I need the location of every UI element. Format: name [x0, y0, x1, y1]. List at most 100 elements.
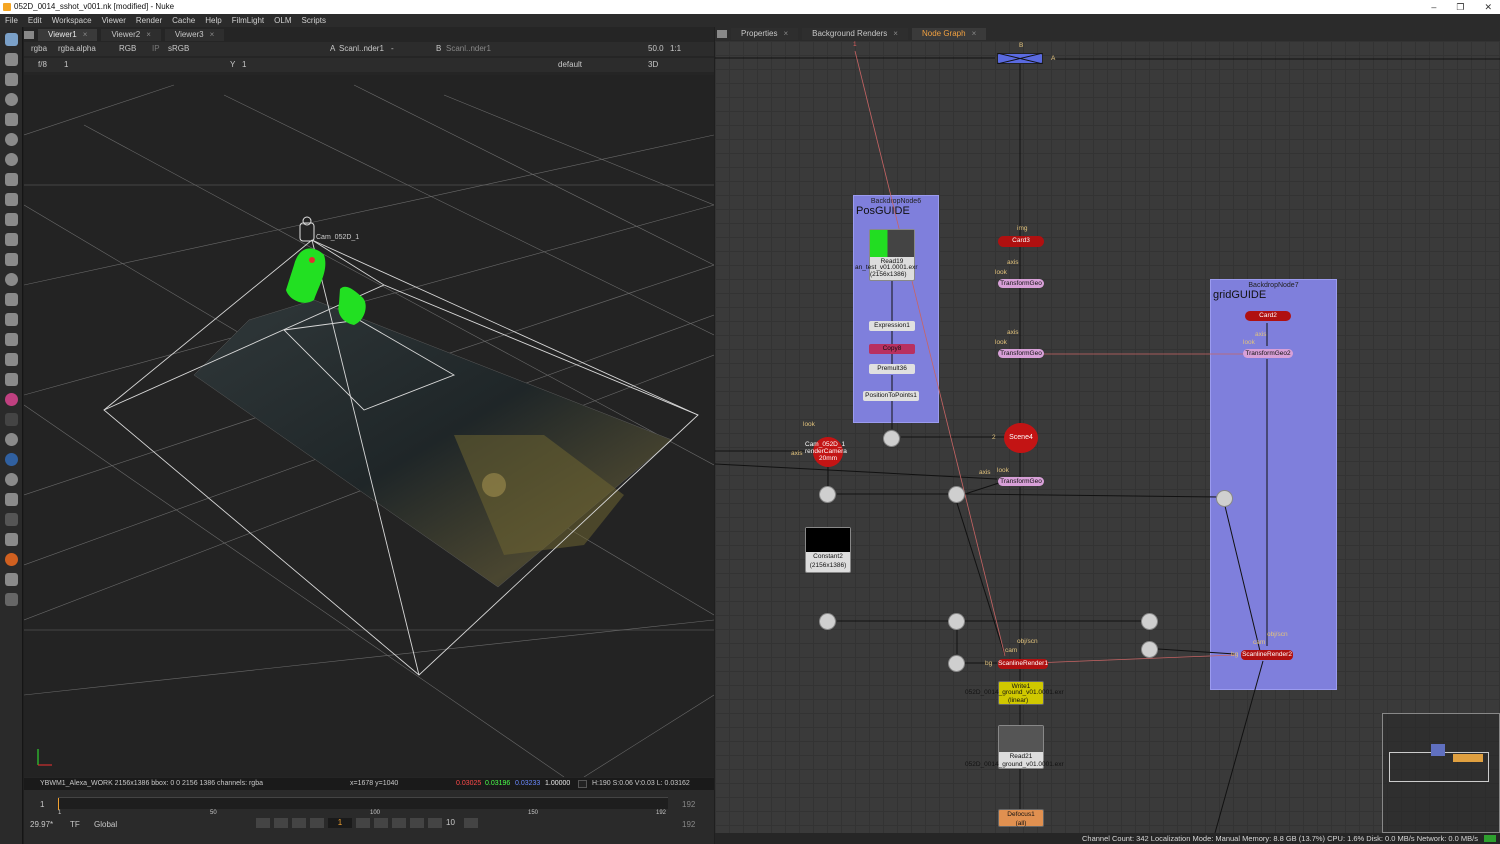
expression1-node[interactable]: Expression1 — [869, 321, 915, 331]
frame-field[interactable]: 1 — [64, 58, 68, 72]
3d-icon[interactable] — [5, 233, 18, 246]
defocus1-node[interactable]: Defocus1 (all) — [998, 809, 1044, 827]
compare-dropdown[interactable]: - — [391, 42, 394, 56]
premult36-node[interactable]: Premult36 — [869, 364, 915, 374]
transformgeo-node-1[interactable]: TransformGeo — [998, 279, 1044, 288]
tab-viewer1[interactable]: Viewer1 × — [38, 29, 98, 41]
transformgeo-node-3[interactable]: TransformGeo — [998, 477, 1044, 486]
time-icon[interactable] — [5, 93, 18, 106]
node-graph-canvas[interactable]: BackdropNode6 PosGUIDE BackdropNode7 gri… — [715, 41, 1500, 833]
node-graph-minimap[interactable] — [1382, 713, 1500, 833]
free-ware-icon[interactable] — [5, 513, 18, 526]
metadata-icon[interactable] — [5, 313, 18, 326]
step-back-button[interactable] — [428, 818, 442, 828]
rgb-dropdown[interactable]: RGB — [119, 42, 136, 56]
dot-node-1[interactable] — [883, 430, 900, 447]
tab-background-renders[interactable]: Background Renders × — [802, 28, 908, 40]
card2-node[interactable]: Card2 — [1245, 311, 1291, 321]
menu-viewer[interactable]: Viewer — [102, 14, 126, 27]
transform-icon[interactable] — [5, 213, 18, 226]
fps-dropdown[interactable]: 29.97* — [30, 820, 53, 829]
menu-olm[interactable]: OLM — [274, 14, 291, 27]
last-frame-button[interactable] — [410, 818, 424, 828]
plugin-ae-icon[interactable] — [5, 593, 18, 606]
transformgeo2-node[interactable]: TransformGeo2 — [1243, 349, 1293, 358]
ng-panel-menu-icon[interactable] — [717, 30, 727, 38]
playhead[interactable] — [58, 798, 59, 810]
plugin-g-icon[interactable] — [5, 553, 18, 566]
color-icon[interactable] — [5, 133, 18, 146]
dot-node-9[interactable] — [1141, 641, 1158, 658]
particles-icon[interactable] — [5, 253, 18, 266]
menu-edit[interactable]: Edit — [28, 14, 42, 27]
channel-icon[interactable] — [5, 113, 18, 126]
menu-file[interactable]: File — [5, 14, 18, 27]
maximize-button[interactable]: ❐ — [1456, 0, 1464, 14]
end-frame-field[interactable]: 192 — [682, 820, 695, 829]
tab-viewer3[interactable]: Viewer3 × — [164, 29, 225, 41]
lut-icon[interactable] — [5, 33, 18, 46]
view-mode-dropdown[interactable]: 3D — [648, 58, 658, 72]
next-frame-button[interactable] — [374, 818, 388, 828]
menu-scripts[interactable]: Scripts — [302, 14, 326, 27]
dot-node-2[interactable] — [819, 486, 836, 503]
current-frame-field[interactable]: 1 — [328, 818, 352, 828]
lut-preset-dropdown[interactable]: default — [558, 58, 582, 72]
panel-menu-icon[interactable] — [24, 31, 34, 39]
plugin-ring-icon[interactable] — [5, 473, 18, 486]
tf-dropdown[interactable]: TF — [70, 820, 80, 829]
constant2-node[interactable]: Constant2 (2156x1386) — [805, 527, 851, 573]
copy8-node[interactable]: Copy8 — [869, 344, 915, 354]
minimize-button[interactable]: – — [1431, 0, 1436, 14]
fstop-dropdown[interactable]: f/8 — [38, 58, 47, 72]
dot-node-3[interactable] — [948, 486, 965, 503]
input-b-dropdown[interactable]: Scanl..nder1 — [446, 42, 491, 56]
viewer-3d-canvas[interactable]: Cam_052D_1 — [24, 75, 714, 777]
menu-filmlight[interactable]: FilmLight — [232, 14, 264, 27]
menu-help[interactable]: Help — [205, 14, 221, 27]
position-to-points-node[interactable]: PositionToPoints1 — [863, 391, 919, 401]
card3-node[interactable]: Card3 — [998, 236, 1044, 247]
out-frame[interactable]: 192 — [682, 800, 695, 809]
range-dropdown[interactable]: Global — [94, 820, 117, 829]
menu-render[interactable]: Render — [136, 14, 162, 27]
close-button[interactable]: ✕ — [1484, 0, 1492, 14]
dot-node-4[interactable] — [1216, 490, 1233, 507]
dot-node-8[interactable] — [948, 655, 965, 672]
plugin-o-icon[interactable] — [5, 453, 18, 466]
y-field[interactable]: 1 — [242, 58, 246, 72]
next-key-button[interactable] — [392, 818, 406, 828]
scanlinerender1-node[interactable]: ScanlineRender1 — [998, 659, 1048, 669]
play-back-button[interactable] — [310, 818, 324, 828]
filter-icon[interactable] — [5, 153, 18, 166]
keyer-icon[interactable] — [5, 173, 18, 186]
scanlinerender2-node[interactable]: ScanlineRender2 — [1241, 650, 1293, 660]
scene4-node[interactable]: Scene4 — [1004, 423, 1038, 453]
prev-frame-button[interactable] — [292, 818, 306, 828]
dot-node-5[interactable] — [819, 613, 836, 630]
plugin-block-icon[interactable] — [5, 413, 18, 426]
timeline-scrubber[interactable]: 1 50 100 150 192 — [58, 797, 668, 816]
furnace-icon[interactable] — [5, 373, 18, 386]
plugin-camera-icon[interactable] — [5, 533, 18, 546]
dot-node-6[interactable] — [948, 613, 965, 630]
plugin-s-icon[interactable] — [5, 393, 18, 406]
tab-node-graph[interactable]: Node Graph × — [911, 28, 987, 40]
proxy-dropdown[interactable]: 1:1 — [670, 42, 681, 56]
menu-cache[interactable]: Cache — [172, 14, 195, 27]
merge-icon[interactable] — [5, 193, 18, 206]
dot-node-7[interactable] — [1141, 613, 1158, 630]
plugin-person-icon[interactable] — [5, 493, 18, 506]
in-frame[interactable]: 1 — [40, 800, 44, 809]
input-a-dropdown[interactable]: Scanl..nder1 — [339, 42, 384, 56]
tab-properties[interactable]: Properties × — [731, 28, 799, 40]
step-forward-button[interactable] — [464, 818, 478, 828]
menu-workspace[interactable]: Workspace — [52, 14, 92, 27]
lut-dropdown[interactable]: sRGB — [168, 42, 189, 56]
play-button[interactable] — [356, 818, 370, 828]
deep-icon[interactable] — [5, 273, 18, 286]
prev-key-button[interactable] — [274, 818, 288, 828]
transformgeo-node-2[interactable]: TransformGeo — [998, 349, 1044, 358]
image-icon[interactable] — [5, 53, 18, 66]
first-frame-button[interactable] — [256, 818, 270, 828]
